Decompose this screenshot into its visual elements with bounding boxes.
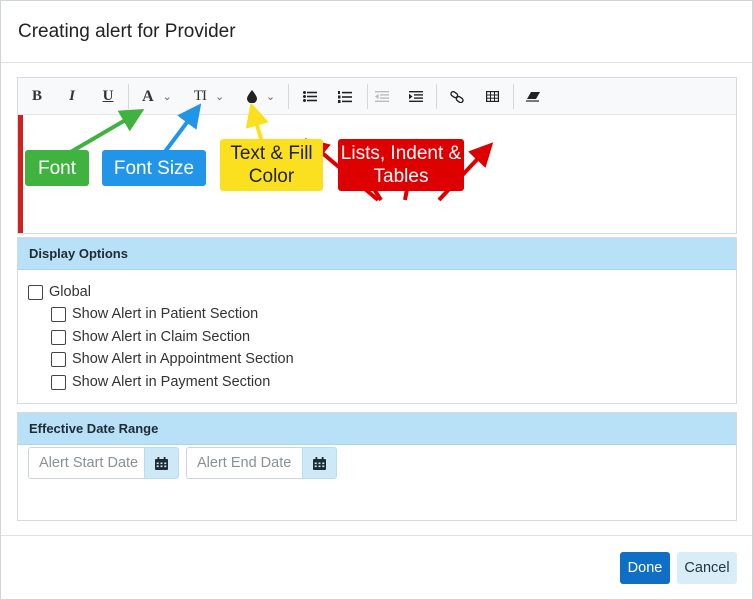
patient-section-checkbox[interactable] <box>51 306 66 322</box>
appointment-section-checkbox[interactable] <box>51 351 66 367</box>
color-dropdown[interactable]: ⌄ <box>240 78 282 115</box>
date-range-panel: Effective Date Range Alert Start Date Al… <box>17 412 737 521</box>
calendar-icon <box>313 456 326 470</box>
display-options-panel: Display Options Global Show Alert in Pat… <box>17 237 737 404</box>
patient-section-option[interactable]: Show Alert in Patient Section <box>51 306 258 322</box>
start-date-picker-button[interactable] <box>144 447 179 479</box>
toolbar-divider <box>128 84 129 109</box>
editor-toolbar: B I U A ⌄ TI ⌄ ⌄ <box>18 78 736 115</box>
start-date-group: Alert Start Date <box>28 447 179 479</box>
chevron-down-icon: ⌄ <box>214 91 225 103</box>
global-option[interactable]: Global <box>28 284 91 300</box>
payment-section-option[interactable]: Show Alert in Payment Section <box>51 374 270 390</box>
start-date-input[interactable]: Alert Start Date <box>28 447 144 479</box>
font-size-icon: TI <box>193 88 207 104</box>
global-checkbox[interactable] <box>28 284 43 300</box>
end-date-input[interactable]: Alert End Date <box>186 447 302 479</box>
modal-header: Creating alert for Provider <box>1 1 752 63</box>
bullet-list-icon <box>303 91 317 102</box>
indent-icon <box>409 91 423 102</box>
bullet-list-button[interactable] <box>295 78 325 115</box>
link-icon <box>450 90 464 103</box>
table-icon <box>485 91 499 102</box>
appointment-section-option[interactable]: Show Alert in Appointment Section <box>51 351 294 367</box>
bold-button[interactable]: B <box>22 78 52 115</box>
done-button[interactable]: Done <box>620 552 670 584</box>
outdent-button[interactable] <box>368 78 396 115</box>
modal-title: Creating alert for Provider <box>18 21 236 42</box>
display-options-heading: Display Options <box>18 238 736 270</box>
color-drop-icon <box>246 90 257 103</box>
clear-format-button[interactable] <box>518 78 548 115</box>
claim-section-checkbox[interactable] <box>51 329 66 345</box>
font-dropdown[interactable]: A ⌄ <box>136 78 178 115</box>
underline-button[interactable]: U <box>93 78 123 115</box>
cancel-button[interactable]: Cancel <box>677 552 737 584</box>
toolbar-divider <box>288 84 289 109</box>
table-button[interactable] <box>477 78 507 115</box>
chevron-down-icon: ⌄ <box>162 91 172 103</box>
font-icon: A <box>142 87 154 105</box>
alert-modal: Creating alert for Provider B I U A ⌄ TI… <box>0 0 753 600</box>
calendar-icon <box>155 456 168 470</box>
eraser-icon <box>525 91 540 102</box>
appointment-section-label: Show Alert in Appointment Section <box>72 351 294 367</box>
indent-button[interactable] <box>402 78 430 115</box>
date-range-heading: Effective Date Range <box>18 413 736 445</box>
global-label: Global <box>49 284 91 300</box>
end-date-picker-button[interactable] <box>302 447 337 479</box>
chevron-down-icon: ⌄ <box>265 91 276 103</box>
payment-section-checkbox[interactable] <box>51 374 66 390</box>
claim-section-option[interactable]: Show Alert in Claim Section <box>51 329 250 345</box>
italic-button[interactable]: I <box>58 78 86 115</box>
numbered-list-icon <box>338 90 352 103</box>
outdent-icon <box>375 91 389 102</box>
toolbar-divider <box>513 84 514 109</box>
font-size-callout: Font Size <box>102 150 206 186</box>
patient-section-label: Show Alert in Patient Section <box>72 306 259 322</box>
link-button[interactable] <box>442 78 472 115</box>
toolbar-divider <box>436 84 437 109</box>
payment-section-label: Show Alert in Payment Section <box>72 374 271 390</box>
color-callout: Text & Fill Color <box>220 139 323 191</box>
font-size-dropdown[interactable]: TI ⌄ <box>188 78 230 115</box>
modal-footer: Done Cancel <box>1 535 752 599</box>
font-callout: Font <box>25 150 89 186</box>
end-date-group: Alert End Date <box>186 447 337 479</box>
claim-section-label: Show Alert in Claim Section <box>72 329 251 345</box>
lists-callout: Lists, Indent & Tables <box>338 139 464 191</box>
numbered-list-button[interactable] <box>330 78 360 115</box>
